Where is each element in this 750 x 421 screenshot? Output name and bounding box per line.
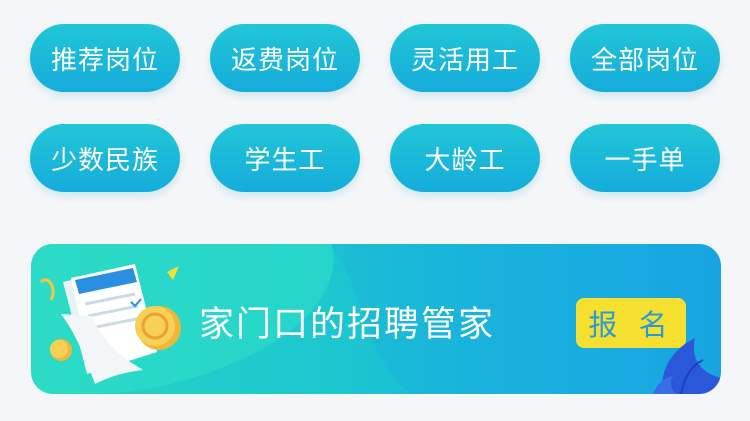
category-label: 一手单 xyxy=(604,145,686,176)
category-label: 返费岗位 xyxy=(230,45,339,76)
category-label: 推荐岗位 xyxy=(50,45,159,76)
category-label: 少数民族 xyxy=(50,145,159,176)
category-student-workers[interactable]: 学生工 xyxy=(210,124,360,192)
category-label: 全部岗位 xyxy=(590,45,699,76)
category-rebate-jobs[interactable]: 返费岗位 xyxy=(210,24,360,92)
category-older-workers[interactable]: 大龄工 xyxy=(390,124,540,192)
document-coin-illustration xyxy=(39,264,181,384)
category-ethnic-minorities[interactable]: 少数民族 xyxy=(30,124,180,192)
banner-title: 家门口的招聘管家 xyxy=(199,305,496,345)
category-label: 大龄工 xyxy=(424,145,506,176)
category-label: 学生工 xyxy=(244,145,326,176)
recruitment-banner[interactable]: 家门口的招聘管家 报 名 xyxy=(31,244,721,394)
category-first-hand-orders[interactable]: 一手单 xyxy=(570,124,720,192)
category-flexible-work[interactable]: 灵活用工 xyxy=(390,24,540,92)
category-label: 灵活用工 xyxy=(410,45,519,76)
category-recommended-jobs[interactable]: 推荐岗位 xyxy=(30,24,180,92)
category-all-jobs[interactable]: 全部岗位 xyxy=(570,24,720,92)
leaf-decoration-icon xyxy=(653,338,721,394)
